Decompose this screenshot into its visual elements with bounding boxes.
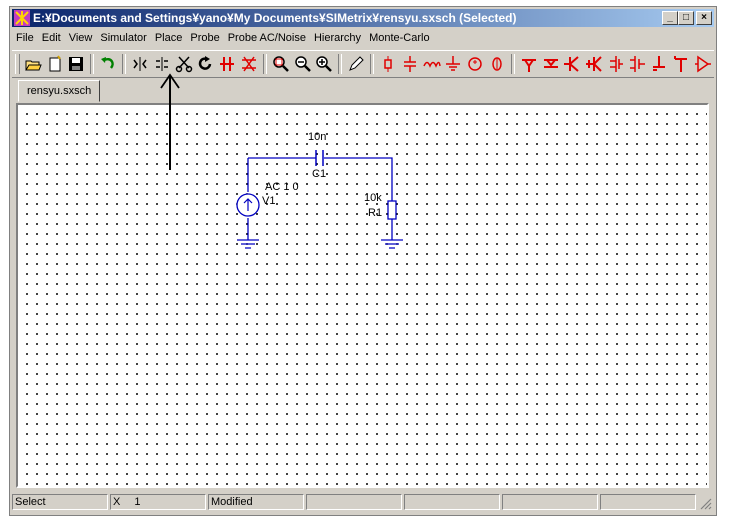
- menu-probe-ac-noise[interactable]: Probe AC/Noise: [224, 29, 310, 48]
- menu-hierarchy[interactable]: Hierarchy: [310, 29, 365, 48]
- status-panel-5: [404, 494, 500, 510]
- zoom-fit-icon[interactable]: [271, 54, 291, 74]
- status-panel-4: [306, 494, 402, 510]
- v1-value-label: AC 1 0: [265, 181, 299, 193]
- amplifier-icon[interactable]: [693, 54, 713, 74]
- toolbar-separator: [262, 54, 267, 74]
- status-modified: Modified: [208, 494, 304, 510]
- status-panel-7: [600, 494, 696, 510]
- menu-bar: File Edit View Simulator Place Probe Pro…: [12, 29, 714, 48]
- capacitor-c1[interactable]: [315, 150, 324, 166]
- ground-v1[interactable]: [237, 239, 259, 249]
- menu-probe[interactable]: Probe: [186, 29, 223, 48]
- voltage-source-icon[interactable]: [465, 54, 485, 74]
- pnp-icon[interactable]: [541, 54, 561, 74]
- menu-file[interactable]: File: [12, 29, 38, 48]
- window-controls: _ □ ×: [662, 11, 712, 25]
- save-icon[interactable]: [67, 54, 87, 74]
- status-mode: Select: [12, 494, 108, 510]
- simetrix-app-icon[interactable]: [14, 10, 30, 26]
- c1-ref-label: C1: [312, 168, 326, 180]
- close-button[interactable]: ×: [696, 11, 712, 25]
- r1-value-label: 10k: [364, 192, 382, 204]
- zoom-out-icon[interactable]: [293, 54, 313, 74]
- capacitor-icon[interactable]: [400, 54, 420, 74]
- npn-icon[interactable]: [519, 54, 539, 74]
- ground-r1[interactable]: [381, 239, 403, 249]
- bus-icon[interactable]: [217, 54, 237, 74]
- annotation-arrow-icon: [160, 73, 180, 170]
- r1-ref-label: R1: [368, 207, 382, 219]
- zoom-in-icon[interactable]: [314, 54, 334, 74]
- minimize-button[interactable]: _: [662, 11, 678, 25]
- opamp-icon[interactable]: [606, 54, 626, 74]
- toolbar-separator: [90, 54, 95, 74]
- status-bar: Select X1 Modified: [12, 494, 714, 512]
- redo-icon[interactable]: [196, 54, 216, 74]
- toolbar-separator: [122, 54, 127, 74]
- coord-value: 1: [134, 496, 141, 508]
- pmos-icon[interactable]: [584, 54, 604, 74]
- wire-top-right: [324, 157, 393, 201]
- junction-icon[interactable]: [671, 54, 691, 74]
- menu-simulator[interactable]: Simulator: [96, 29, 150, 48]
- current-source-icon[interactable]: [487, 54, 507, 74]
- title-bar[interactable]: E:¥Documents and Settings¥yano¥My Docume…: [12, 9, 714, 27]
- menu-monte-carlo[interactable]: Monte-Carlo: [365, 29, 434, 48]
- resistor-r1[interactable]: [387, 200, 397, 220]
- maximize-button[interactable]: □: [678, 11, 694, 25]
- window-title: E:¥Documents and Settings¥yano¥My Docume…: [33, 11, 517, 25]
- status-panel-6: [502, 494, 598, 510]
- toolbar: [12, 50, 714, 78]
- diode-icon[interactable]: [628, 54, 648, 74]
- coord-label: X: [113, 496, 121, 508]
- toolbar-grip[interactable]: [15, 54, 20, 74]
- wire-delete-icon[interactable]: [239, 54, 259, 74]
- toolbar-separator: [370, 54, 375, 74]
- resize-grip-icon[interactable]: [700, 498, 712, 510]
- v1-ref-label: V1: [262, 195, 275, 207]
- tab-rensyu-sxsch[interactable]: rensyu.sxsch: [18, 80, 101, 102]
- c1-value-label: 10n: [308, 131, 326, 143]
- toolbar-separator: [338, 54, 343, 74]
- menu-edit[interactable]: Edit: [38, 29, 65, 48]
- document-tabs: rensyu.sxsch: [12, 78, 714, 102]
- probe-voltage-icon[interactable]: [378, 54, 398, 74]
- ground-icon[interactable]: [443, 54, 463, 74]
- undo-icon[interactable]: [98, 54, 118, 74]
- nmos-icon[interactable]: [562, 54, 582, 74]
- status-coordinates: X1: [110, 494, 206, 510]
- application-window: E:¥Documents and Settings¥yano¥My Docume…: [9, 6, 717, 516]
- open-folder-icon[interactable]: [23, 54, 43, 74]
- voltage-source-v1[interactable]: [236, 193, 260, 217]
- new-file-icon[interactable]: [45, 54, 65, 74]
- schematic-drawing: 10n C1 AC 1 0 V1 10k R1: [236, 131, 403, 249]
- inductor-icon[interactable]: [422, 54, 442, 74]
- toolbar-separator: [510, 54, 515, 74]
- flip-icon[interactable]: [152, 54, 172, 74]
- menu-view[interactable]: View: [65, 29, 97, 48]
- pencil-icon[interactable]: [346, 54, 366, 74]
- schematic-canvas[interactable]: 10n C1 AC 1 0 V1 10k R1: [16, 103, 709, 488]
- rotate-icon[interactable]: [130, 54, 150, 74]
- menu-place[interactable]: Place: [151, 29, 187, 48]
- resistor-icon[interactable]: [650, 54, 670, 74]
- cut-icon[interactable]: [174, 54, 194, 74]
